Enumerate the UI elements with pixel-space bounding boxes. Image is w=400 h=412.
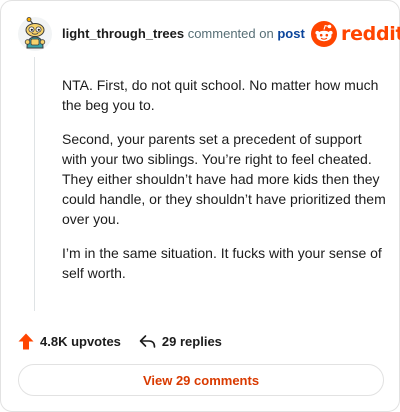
reddit-wordmark: reddit [341,23,400,45]
comment-actions: 4.8K upvotes 29 replies [18,331,222,351]
commented-on-text: commented on [187,26,274,41]
reply-count: 29 replies [161,333,222,349]
comment-paragraph-2: Second, your parents set a precedent of … [62,131,386,227]
comment-card: light_through_trees commented on post re… [0,0,400,412]
reddit-logo[interactable]: reddit [311,21,400,47]
comment-paragraph-3: I’m in the same situation. It fucks with… [62,245,382,281]
upvote-count: 4.8K upvotes [40,333,121,349]
replies-button[interactable]: 29 replies [139,334,222,349]
upvote-button[interactable]: 4.8K upvotes [18,333,121,350]
user-avatar[interactable] [18,17,52,51]
reddit-snoo-icon [311,21,337,47]
comment-header: light_through_trees commented on post [62,26,305,41]
upvote-arrow-icon [18,333,34,349]
post-link[interactable]: post [277,26,304,41]
snoo-avatar-icon [18,17,52,51]
view-comments-button[interactable]: View 29 comments [18,364,384,396]
reply-arrow-icon [139,334,156,348]
comment-body: NTA. First, do not quit school. No matte… [62,75,387,297]
username-link[interactable]: light_through_trees [62,26,184,41]
thread-line [34,57,35,311]
comment-paragraph-1: NTA. First, do not quit school. No matte… [62,77,379,113]
